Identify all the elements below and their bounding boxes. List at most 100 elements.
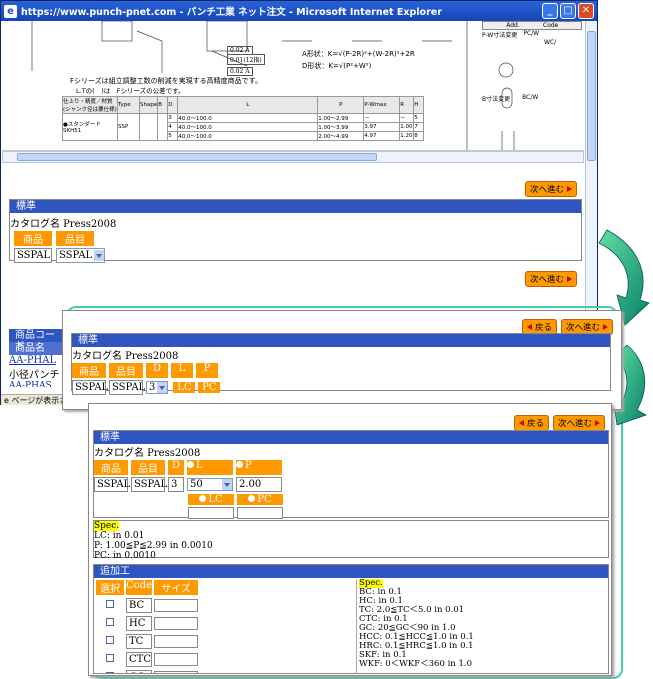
product-value: SSPAL: [14, 248, 52, 263]
section-title: 標準: [72, 334, 610, 347]
product-list: 商品コード 商品名 AA-PHAL 小径パンチ - AA-PHAS: [9, 329, 69, 387]
p-input[interactable]: 2.00: [236, 477, 282, 492]
col-code: Code: [126, 580, 152, 595]
checkbox[interactable]: [106, 654, 114, 662]
col-d: D: [146, 363, 168, 378]
col-product: 商品: [72, 363, 106, 378]
cell-l: 40.0～100.0: [177, 131, 319, 141]
lc-option[interactable]: LC: [173, 382, 196, 393]
addon-title: 追加工: [94, 565, 608, 578]
product-link-1[interactable]: AA-PHAL: [9, 355, 69, 366]
row-code: SKH51: [63, 128, 82, 134]
arrow-left-icon: [518, 420, 524, 426]
col-item: 品目: [131, 460, 165, 475]
checkbox[interactable]: [106, 636, 114, 644]
side-header-add-label: Add.: [506, 22, 520, 29]
pc-option[interactable]: PC: [237, 494, 283, 505]
side-item-pw: P-W寸法変更: [482, 32, 518, 39]
next-button[interactable]: 次へ進む: [525, 181, 578, 197]
checkbox[interactable]: [106, 600, 114, 608]
item-value: SSPAL: [131, 477, 167, 492]
cell-r: 1.00: [399, 122, 415, 132]
pc-input[interactable]: [237, 507, 283, 519]
addon-spec: Spec. BC: in 0.1 HC: in 0.1 TC: 2.0≦TC＜5…: [356, 579, 608, 673]
arrow-right-icon: [567, 186, 573, 192]
tolerance-2: 0.01(12指): [227, 54, 265, 65]
col-product: 商品: [14, 231, 52, 246]
size-input[interactable]: [154, 617, 198, 630]
catalog-name: カタログ名 Press2008: [94, 448, 201, 459]
th-type: Type: [117, 96, 140, 114]
catalog-name: カタログ名 Press2008: [72, 351, 179, 362]
cell-d: 3: [167, 113, 179, 123]
spec-line: LC: in 0.01: [94, 531, 145, 541]
col-d: D: [168, 460, 184, 475]
col-item: 品目: [56, 231, 94, 246]
formula-d: D形状：K=√(P²+W²): [302, 62, 372, 70]
l-select[interactable]: 50: [187, 478, 233, 491]
radio-icon: [236, 461, 243, 468]
product-value: SSPAL: [72, 380, 108, 395]
horizontal-scrollbar[interactable]: [2, 151, 584, 163]
catalog-name: カタログ名 Press2008: [10, 219, 117, 230]
tolerance-3: 0.02 A: [227, 67, 253, 76]
radio-icon: [248, 495, 256, 502]
spec-line: P: 1.00≦P≦2.99 in 0.0010: [94, 541, 213, 551]
checkbox[interactable]: [106, 618, 114, 626]
cell-p: 1.00～3.99: [317, 122, 365, 132]
side-item-pc: PC/W: [523, 30, 540, 37]
col-size: サイズ: [154, 580, 198, 595]
lc-option[interactable]: LC: [188, 494, 234, 505]
item-select[interactable]: SSPAL: [56, 248, 106, 263]
d-value: 3: [168, 477, 184, 492]
pc-option[interactable]: PC: [198, 382, 221, 393]
arrow-right-icon: [595, 420, 600, 426]
cell-d: 5: [167, 131, 179, 141]
product-link-2[interactable]: AA-PHAS: [9, 381, 69, 387]
th-p: P: [317, 96, 365, 114]
size-input[interactable]: [154, 653, 198, 666]
th-l: L: [177, 96, 319, 114]
col-item: 品目: [109, 363, 143, 378]
product-drawing: A形状：K=√(P-2R)²+(W-2R)²+2R D形状：K=√(P²+W²)…: [2, 21, 584, 151]
back-button[interactable]: 戻る: [513, 415, 549, 431]
list-header-name: 商品名: [9, 342, 69, 355]
size-input[interactable]: [154, 671, 198, 673]
side-item-bc: BC/W: [522, 94, 539, 101]
th-pwmax: P-Wmax: [363, 96, 401, 114]
next-label: 次へ進む: [530, 185, 565, 195]
cell-r: －: [399, 113, 415, 123]
popup-step-2: 戻る 次へ進む 標準 カタログ名 Press2008 商品 品目 D L P S…: [62, 310, 622, 410]
close-button[interactable]: ✕: [578, 3, 594, 19]
col-product: 商品: [94, 460, 128, 475]
col-l[interactable]: L: [187, 460, 233, 475]
checkbox[interactable]: [106, 672, 114, 673]
minimize-button[interactable]: _: [542, 3, 558, 19]
product-name-1: 小径パンチ -: [9, 370, 67, 381]
cell-pw: 4.97: [363, 131, 401, 141]
cell-h: 7: [413, 122, 425, 132]
th-h: H: [413, 96, 425, 114]
side-header-code: Code: [543, 22, 559, 29]
spec-label: Spec.: [94, 521, 120, 531]
th-b: B: [157, 96, 169, 114]
cell-h: 8: [413, 131, 425, 141]
size-input[interactable]: [154, 599, 198, 612]
d-select[interactable]: 3: [146, 381, 169, 394]
next-button[interactable]: 次へ進む: [552, 415, 605, 431]
radio-icon: [199, 495, 207, 502]
size-input[interactable]: [154, 635, 198, 648]
product-value: SSPAL: [94, 477, 130, 492]
cell-p: 2.00～4.99: [317, 131, 365, 141]
spec-box: Spec. LC: in 0.01 P: 1.00≦P≦2.99 in 0.00…: [93, 520, 609, 561]
window-title: https://www.punch-pnet.com - パンチ工業 ネット注文…: [21, 7, 442, 18]
th-d: D: [167, 96, 179, 114]
lc-input[interactable]: [188, 507, 234, 519]
th-shape: Shape: [138, 96, 159, 114]
side-column: Add. Code P-W寸法変更 PC/W WC/ B寸法変更 BC/W: [482, 21, 582, 103]
maximize-button[interactable]: □: [560, 3, 576, 19]
title-bar: e https://www.punch-pnet.com - パンチ工業 ネット…: [1, 1, 597, 21]
spec-line: PC: in 0.0010: [94, 551, 156, 561]
col-p[interactable]: P: [236, 460, 282, 475]
cell-h: 5: [413, 113, 425, 123]
